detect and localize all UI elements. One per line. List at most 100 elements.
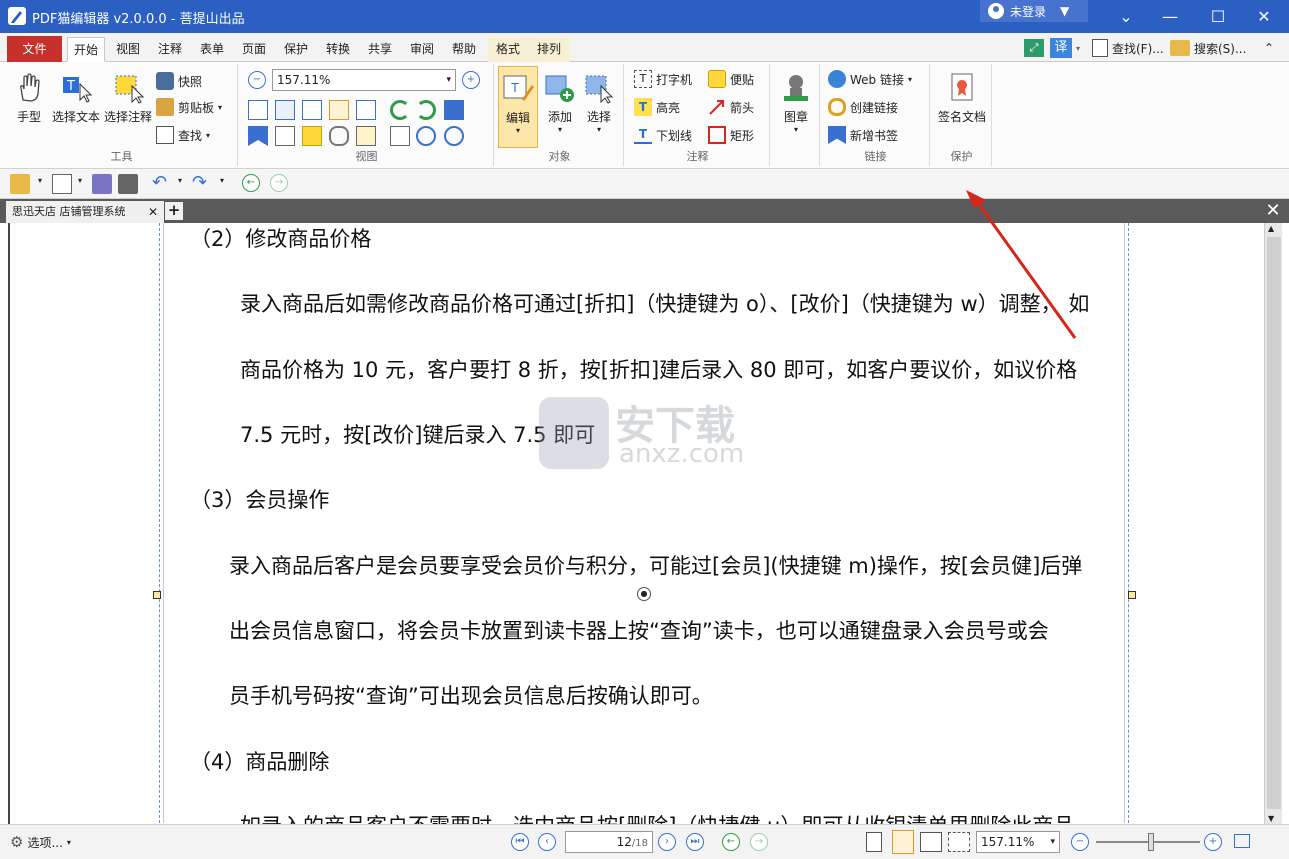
- tab-protect[interactable]: 保护: [278, 37, 314, 62]
- last-page-button[interactable]: ⏭: [686, 833, 704, 851]
- sign-document-button[interactable]: 签名文档: [934, 72, 990, 125]
- tab-start[interactable]: 开始: [67, 37, 105, 62]
- select-text-button[interactable]: T 选择文本: [50, 72, 102, 125]
- snapshot-button[interactable]: 快照: [156, 72, 202, 90]
- fit-height-icon[interactable]: [302, 100, 322, 120]
- status-zoom-in-button[interactable]: +: [1204, 833, 1222, 851]
- paragraph-line[interactable]: 商品价格为 10 元，客户要打 8 折，按[折扣]建后录入 80 即可，如客户要…: [240, 354, 1077, 384]
- dropdown-arrow-icon[interactable]: ▾: [178, 176, 182, 185]
- close-tab-icon[interactable]: ✕: [148, 201, 158, 223]
- tab-share[interactable]: 共享: [362, 37, 398, 62]
- options-button[interactable]: ⚙ 选项... ▾: [10, 833, 71, 851]
- underline-button[interactable]: T 下划线: [634, 126, 692, 144]
- fit-page-icon[interactable]: [275, 100, 295, 120]
- status-zoom-select[interactable]: 157.11% ▾: [976, 831, 1060, 853]
- find-tool-button[interactable]: 查找 ▾: [156, 126, 210, 144]
- close-document-button[interactable]: ✕: [1262, 200, 1284, 222]
- page-number-input[interactable]: 12/18: [565, 831, 653, 853]
- rotate-page-270-icon[interactable]: [444, 126, 464, 146]
- tab-view[interactable]: 视图: [110, 37, 146, 62]
- fit-width-icon[interactable]: [329, 100, 349, 120]
- select-annotation-button[interactable]: 选择注释: [102, 72, 154, 125]
- find-button[interactable]: 查找(F)...: [1092, 37, 1164, 59]
- first-page-button[interactable]: ⏮: [511, 833, 529, 851]
- new-tab-button[interactable]: +: [165, 202, 183, 220]
- back-arrow-icon[interactable]: ←: [242, 174, 260, 192]
- zoom-slider-thumb[interactable]: [1148, 833, 1154, 851]
- tab-form[interactable]: 表单: [194, 37, 230, 62]
- rotate-page-90-icon[interactable]: [416, 126, 436, 146]
- tab-file[interactable]: 文件: [7, 36, 62, 62]
- typewriter-button[interactable]: T 打字机: [634, 70, 692, 88]
- note-button[interactable]: 便贴: [708, 70, 754, 88]
- page-settings-icon[interactable]: [390, 126, 410, 146]
- document-view[interactable]: （2）修改商品价格 录入商品后如需修改商品价格可通过[折扣]（快捷键为 o）、[…: [8, 223, 1264, 824]
- select-object-button[interactable]: 选择 ▾: [580, 72, 618, 134]
- heading-delete-item[interactable]: （4）商品删除: [190, 746, 329, 776]
- paragraph-line[interactable]: 录入商品后客户是会员要享受会员价与积分，可能过[会员](快捷键 m)操作，按[会…: [229, 550, 1082, 580]
- clipboard-button[interactable]: 剪贴板 ▾: [156, 98, 222, 116]
- layers-icon[interactable]: [356, 126, 376, 146]
- heading-member-ops[interactable]: （3）会员操作: [190, 484, 329, 514]
- forward-view-button[interactable]: →: [750, 833, 768, 851]
- two-page-continuous-icon[interactable]: [948, 832, 970, 852]
- tab-format[interactable]: 格式: [488, 37, 528, 62]
- add-bookmark-button[interactable]: 新增书签: [828, 126, 898, 144]
- stamp-button[interactable]: 图章 ▾: [776, 72, 816, 134]
- rotate-left-icon[interactable]: [390, 100, 410, 120]
- ribbon-toggle-button[interactable]: ⌄: [1104, 0, 1148, 33]
- save-icon[interactable]: [92, 174, 112, 194]
- vertical-scrollbar[interactable]: ▲ ▼: [1264, 223, 1282, 824]
- fullscreen-button[interactable]: ⤢: [1024, 37, 1044, 59]
- attachment-icon[interactable]: [329, 126, 349, 146]
- pages-icon[interactable]: [275, 126, 295, 146]
- bookmark-icon[interactable]: [248, 126, 268, 146]
- add-object-button[interactable]: 添加 ▾: [542, 72, 578, 134]
- undo-icon[interactable]: ↶: [152, 172, 167, 193]
- next-page-button[interactable]: ›: [658, 833, 676, 851]
- translate-button[interactable]: 译 ▾: [1050, 37, 1080, 59]
- dropdown-arrow-icon[interactable]: ▾: [38, 176, 42, 185]
- tab-help[interactable]: 帮助: [446, 37, 482, 62]
- comments-icon[interactable]: [302, 126, 322, 146]
- login-button[interactable]: 未登录 ▼: [980, 0, 1088, 22]
- arrow-button[interactable]: 箭头: [708, 98, 754, 116]
- minimize-button[interactable]: —: [1148, 0, 1192, 33]
- zoom-slider[interactable]: [1096, 833, 1200, 851]
- new-document-icon[interactable]: [52, 174, 72, 194]
- paragraph-line[interactable]: 录入商品后如需修改商品价格可通过[折扣]（快捷键为 o）、[改价]（快捷键为 w…: [240, 288, 1089, 318]
- redo-icon[interactable]: ↷: [192, 172, 207, 193]
- dropdown-arrow-icon[interactable]: ▾: [220, 176, 224, 185]
- paragraph-line[interactable]: 如录入的商品客户不需要时，选中商品按[删除]（快捷健 u）即可从收银清单里删除此…: [240, 810, 1074, 824]
- open-folder-icon[interactable]: [10, 174, 30, 194]
- continuous-page-icon[interactable]: [892, 830, 914, 854]
- move-handle-icon[interactable]: ●: [637, 587, 651, 601]
- actual-size-icon[interactable]: [248, 100, 268, 120]
- rectangle-button[interactable]: 矩形: [708, 126, 754, 144]
- prev-page-button[interactable]: ‹: [538, 833, 556, 851]
- maximize-button[interactable]: ☐: [1196, 0, 1240, 33]
- fit-visible-icon[interactable]: [356, 100, 376, 120]
- two-page-icon[interactable]: [920, 832, 942, 852]
- page-display-icon[interactable]: [444, 100, 464, 120]
- resize-handle-left[interactable]: [153, 591, 161, 599]
- zoom-select[interactable]: 157.11% ▾: [272, 69, 456, 91]
- scroll-down-icon[interactable]: ▼: [1268, 814, 1274, 823]
- resize-handle-right[interactable]: [1128, 591, 1136, 599]
- web-link-button[interactable]: Web 链接 ▾: [828, 70, 912, 88]
- close-button[interactable]: ✕: [1242, 0, 1286, 33]
- highlight-button[interactable]: T 高亮: [634, 98, 680, 116]
- dropdown-arrow-icon[interactable]: ▾: [78, 176, 82, 185]
- status-zoom-out-button[interactable]: −: [1071, 833, 1089, 851]
- hand-tool-button[interactable]: 手型: [10, 72, 48, 125]
- zoom-out-button[interactable]: −: [248, 71, 266, 89]
- forward-arrow-icon[interactable]: →: [270, 174, 288, 192]
- tab-review[interactable]: 审阅: [404, 37, 440, 62]
- single-page-icon[interactable]: [866, 832, 882, 852]
- heading-modify-price[interactable]: （2）修改商品价格: [190, 223, 371, 253]
- scroll-thumb[interactable]: [1267, 237, 1281, 809]
- fullscreen-view-icon[interactable]: [1234, 834, 1250, 848]
- tab-convert[interactable]: 转换: [320, 37, 356, 62]
- zoom-in-button[interactable]: +: [462, 71, 480, 89]
- paragraph-line[interactable]: 员手机号码按“查询”可出现会员信息后按确认即可。: [229, 680, 713, 710]
